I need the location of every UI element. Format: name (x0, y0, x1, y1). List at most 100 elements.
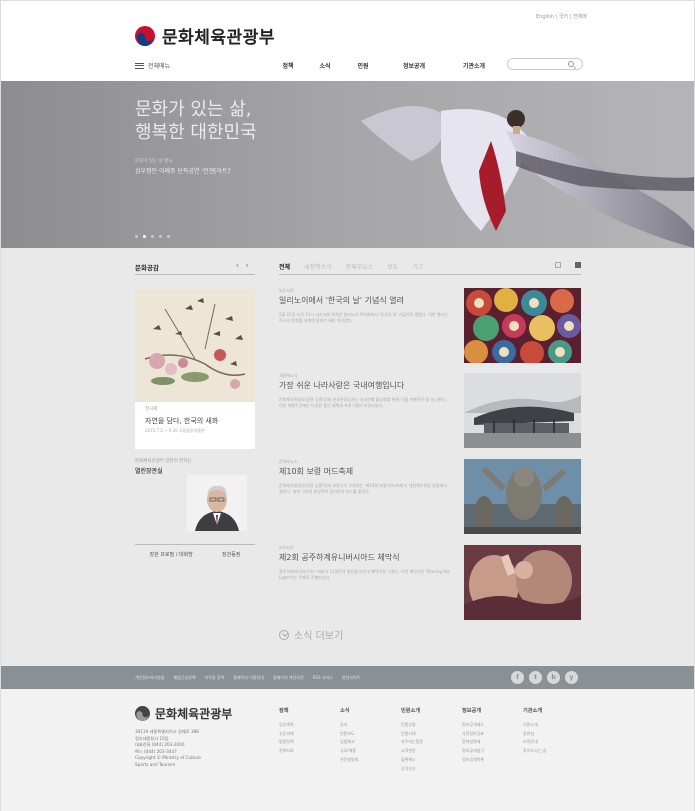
footer-link[interactable]: 정보공개제도 (462, 721, 523, 730)
footer-col-title: 민원소개 (401, 708, 421, 714)
hero-dot[interactable] (167, 235, 170, 238)
footer-link[interactable]: 정보공개청구 (462, 747, 523, 756)
footer: 문화체육관광부 30119 세종특별자치시 갈매로 388 정부세종청사 15동… (1, 689, 694, 811)
hero-dot-active[interactable] (143, 235, 146, 238)
footer-link[interactable]: 장관실 (523, 730, 584, 739)
nav-policy[interactable]: 정책 (271, 59, 305, 72)
news-item[interactable]: 보도자료 일리노이에서 '한국의 날' 기념식 열려 5월 22일 오전 11시… (279, 288, 581, 366)
prev-arrow-icon[interactable]: ‹ (236, 261, 246, 271)
news-item[interactable]: 보도자료 제2회 공주하계유니버시아드 체막식 광주하계유니버시아드 대회가 1… (279, 545, 581, 623)
hero-banner[interactable]: 문화가 있는 삶, 행복한 대한민국 문화가 있는 날 행사 심우정인 이례주 … (1, 81, 694, 248)
footer-col-about: 기관소개 기관소개 장관실 조직안내 찾아오시는 길 (523, 707, 584, 773)
privacy-link[interactable]: 개인정보처리방침 (135, 675, 164, 681)
site-logo[interactable]: 문화체육관광부 (135, 23, 275, 48)
footer-link[interactable]: 공모/채용 (340, 747, 401, 756)
footer-link[interactable]: 추진과제 (279, 730, 340, 739)
footer-link[interactable]: 자주하는질문 (401, 738, 462, 747)
news-title[interactable]: 일리노이에서 '한국의 날' 기념식 열려 (279, 295, 404, 306)
hero-title-line1: 문화가 있는 삶, (135, 99, 252, 120)
footer-link[interactable]: 업무계획 (279, 721, 340, 730)
footer-col-title: 기관소개 (523, 708, 543, 714)
taegeuk-logo-icon (135, 25, 155, 46)
news-category: 보도자료 (279, 545, 294, 550)
accessibility-link[interactable]: 웹접근성정책 (173, 675, 195, 681)
news-summary: 5월 22일 오전 11시 시카고에 위치한 일리노이 주의회에서 '한국의 날… (279, 312, 448, 323)
hero-dot[interactable] (135, 235, 138, 238)
grid-view-icon[interactable] (575, 262, 581, 268)
news-category: 새정책소식 (279, 373, 298, 378)
nav-about[interactable]: 기관소개 (447, 59, 501, 72)
news-title[interactable]: 제10회 보령 머드축제 (279, 466, 353, 477)
footer-link[interactable]: 정책자료 (279, 747, 340, 756)
all-menu-label: 전체메뉴 (148, 63, 171, 70)
list-view-icon[interactable] (555, 262, 561, 268)
culture-column: 문화공감 ‹› 전시회 자연을 담다, 한국의 새화 2015.7.2 ~ 9.… (135, 261, 255, 558)
tab-contribution[interactable]: 기고 (412, 262, 423, 271)
tab-ministry-news[interactable]: 문체부뉴스 (346, 262, 374, 271)
culture-arrows: ‹› (236, 261, 255, 271)
footer-logo[interactable]: 문화체육관광부 (135, 705, 232, 722)
nav-disclosure[interactable]: 정보공개 (381, 59, 447, 72)
footer-link[interactable]: 불편해소 (401, 756, 462, 765)
next-arrow-icon[interactable]: › (245, 261, 255, 271)
hero-subtitle-small: 문화가 있는 날 행사 (135, 159, 173, 164)
card-title: 자연을 담다, 한국의 새화 (145, 417, 219, 425)
footer-link[interactable]: 전문설명회 (340, 756, 401, 765)
footer-link[interactable]: 사전정보공표 (462, 730, 523, 739)
copyright-link[interactable]: 저작권 정책 (205, 675, 225, 681)
tab-press[interactable]: 보도 (387, 262, 398, 271)
footer-link[interactable]: 찾아오시는 길 (523, 747, 584, 756)
util-links[interactable]: English | 국어 | 전체메 (536, 13, 587, 20)
minister-title: 열린장관실 (135, 468, 163, 475)
tab-all[interactable]: 전체 (279, 262, 290, 271)
news-title[interactable]: 제2회 공주하계유니버시아드 체막식 (279, 552, 400, 563)
footer-link[interactable]: 민원사례 (401, 730, 462, 739)
more-news-button[interactable]: 소식 더보기 (279, 627, 343, 642)
footer-link[interactable]: 기관소개 (523, 721, 584, 730)
blog-icon[interactable]: b (547, 671, 560, 684)
search-input[interactable] (507, 58, 583, 70)
footer-link[interactable]: 정책실명제 (462, 738, 523, 747)
news-item[interactable]: 문체부뉴스 제10회 보령 머드축제 문화체육관광부(장관 김종덕)와 보령시가… (279, 459, 581, 537)
footer-sitemap: 정책 업무계획 추진과제 법령정책 정책자료 소식 공지 언론보도 입법예고 공… (279, 707, 584, 773)
minister-profile-link[interactable]: 장관 프로필 / 대화방 (150, 551, 193, 558)
tab-policy[interactable]: 새정책소식 (304, 262, 332, 271)
minister-photo[interactable] (187, 475, 247, 531)
guide-link[interactable]: 홈페이지 이용안내 (233, 675, 264, 681)
news-item[interactable]: 새정책소식 가장 쉬운 나라사랑은 국내여행입니다 문화체육관광부(장관 김종덕… (279, 373, 581, 451)
related-sites-link[interactable]: 관련사이트 (342, 675, 360, 681)
hamburger-icon (135, 62, 144, 69)
footer-link[interactable]: 공지 (340, 721, 401, 730)
view-toggle (541, 262, 581, 268)
facebook-icon[interactable]: f (511, 671, 524, 684)
footer-col-title: 정책 (279, 708, 289, 714)
copyright: Sports and Tourism (135, 761, 176, 767)
nav-civil[interactable]: 민원 (345, 59, 381, 72)
footer-link[interactable]: 민원신청 (401, 721, 462, 730)
footer-link[interactable]: 법령정책 (279, 738, 340, 747)
hero-dot[interactable] (159, 235, 162, 238)
hero-dot[interactable] (151, 235, 154, 238)
all-menu-button[interactable]: 전체메뉴 (135, 61, 170, 70)
footer-link[interactable]: 입법예고 (340, 738, 401, 747)
news-column: 전체 새정책소식 문체부뉴스 보도 기고 보도자료 일리노이에서 '한국의 날'… (279, 262, 581, 620)
youtube-icon[interactable]: y (565, 671, 578, 684)
footer-link[interactable]: 정보공개목록 (462, 756, 523, 765)
taegeuk-logo-icon (135, 706, 150, 721)
rss-link[interactable]: RSS 서비스 (313, 675, 333, 681)
news-title[interactable]: 가장 쉬운 나라사랑은 국내여행입니다 (279, 380, 404, 391)
footer-link[interactable]: 언론보도 (340, 730, 401, 739)
culture-card[interactable]: 전시회 자연을 담다, 한국의 새화 2015.7.2 ~ 9.20 국립중앙박… (135, 289, 255, 449)
footer-link[interactable]: 공익신고 (401, 765, 462, 774)
feedback-link[interactable]: 홈페이지 개선의견 (273, 675, 304, 681)
minister-news-link[interactable]: 장관동정 (222, 551, 240, 558)
footer-col-disclosure: 정보공개 정보공개제도 사전정보공표 정책실명제 정보공개청구 정보공개목록 (462, 707, 523, 773)
nav-news[interactable]: 소식 (305, 59, 345, 72)
footer-link[interactable]: 고객헌장 (401, 747, 462, 756)
footer-link[interactable]: 조직안내 (523, 738, 584, 747)
twitter-icon[interactable]: t (529, 671, 542, 684)
hero-subtitle: 심우정인 이례주 단독공연 '전엔[아트]' (135, 168, 232, 175)
minister-links: 장관 프로필 / 대화방 장관동정 (135, 544, 255, 558)
main-content: 문화공감 ‹› 전시회 자연을 담다, 한국의 새화 2015.7.2 ~ 9.… (1, 248, 694, 666)
search-icon[interactable] (568, 61, 574, 67)
